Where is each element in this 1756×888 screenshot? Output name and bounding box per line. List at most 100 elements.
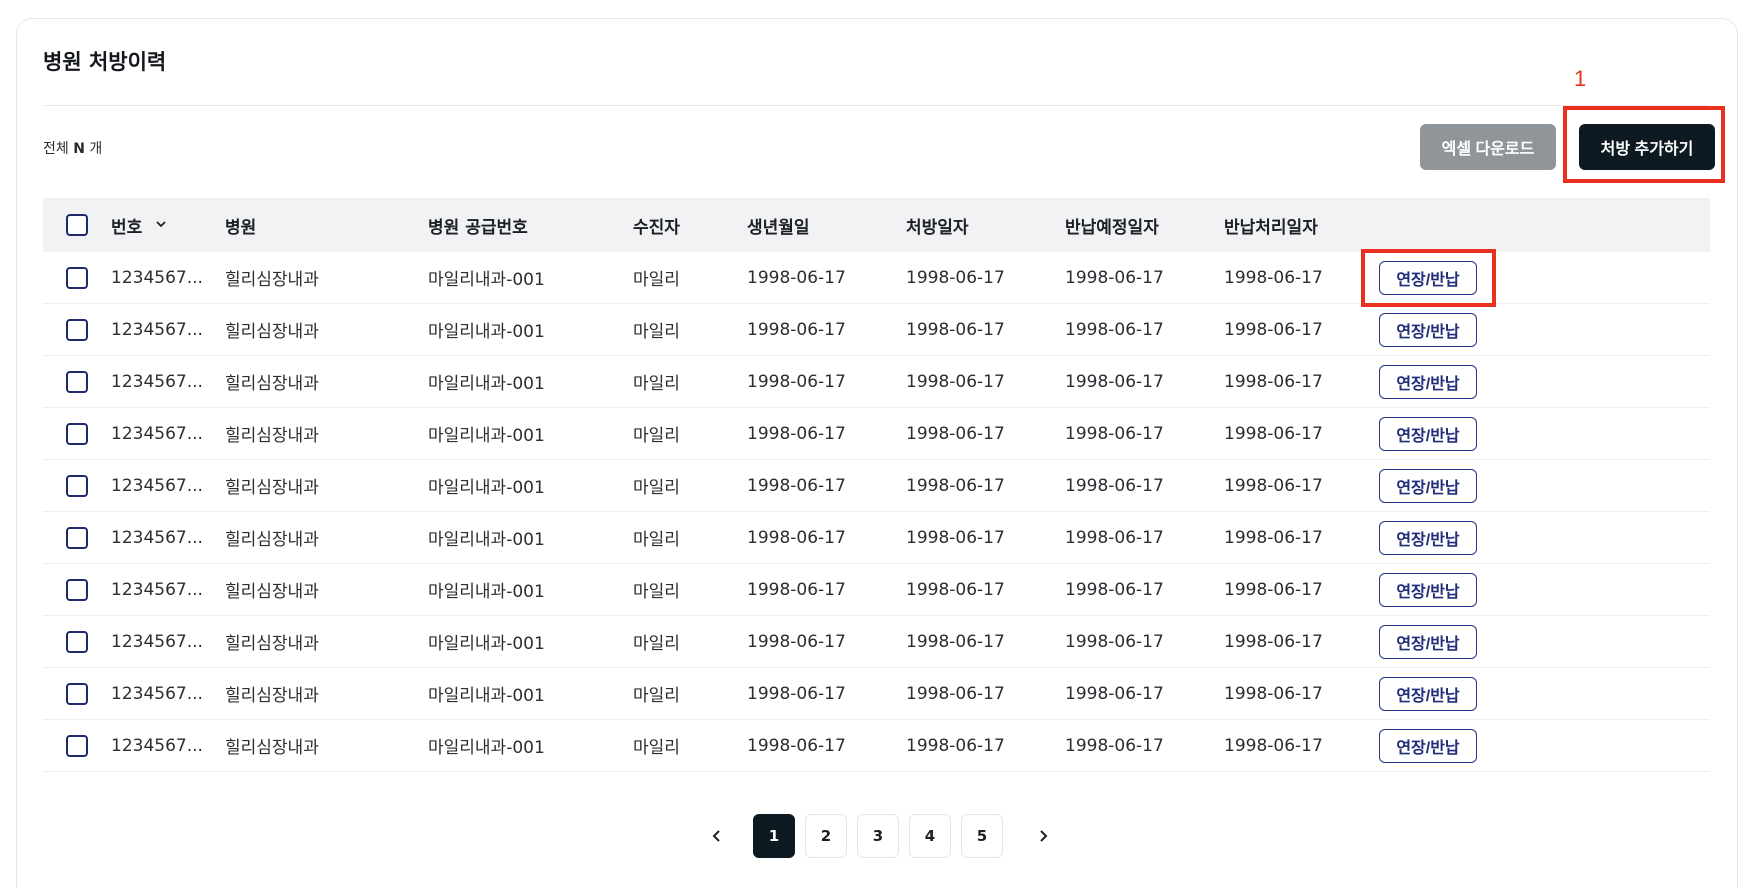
table-header: 번호 병원 병원 공급번호 수진자 생년월일 처방일자 반납예정일자 반납처리일…: [43, 198, 1710, 252]
extend-return-button[interactable]: 연장/반납: [1379, 624, 1477, 659]
cell-return-processed-date: 1998-06-17: [1224, 475, 1323, 496]
cell-return-due-date: 1998-06-17: [1065, 527, 1164, 548]
cell-supply-number: 마일리내과-001: [428, 582, 545, 602]
table-row: 1234567... 힐리심장내과 마일리내과-001 마일리 1998-06-17 19…: [43, 616, 1710, 668]
cell-birthdate: 1998-06-17: [747, 319, 846, 340]
cell-patient: 마일리: [633, 634, 680, 654]
cell-prescription-date: 1998-06-17: [906, 527, 1005, 548]
extend-return-button[interactable]: 연장/반납: [1379, 572, 1477, 607]
table-row: 1234567... 힐리심장내과 마일리내과-001 마일리 1998-06-17 19…: [43, 668, 1710, 720]
cell-birthdate: 1998-06-17: [747, 423, 846, 444]
cell-number: 1234567...: [111, 475, 203, 496]
cell-birthdate: 1998-06-17: [747, 579, 846, 600]
cell-prescription-date: 1998-06-17: [906, 735, 1005, 756]
cell-birthdate: 1998-06-17: [747, 735, 846, 756]
header-patient: 수진자: [633, 217, 680, 238]
select-all-checkbox[interactable]: [66, 214, 88, 236]
table-row: 1234567... 힐리심장내과 마일리내과-001 마일리 1998-06-17 19…: [43, 304, 1710, 356]
cell-number: 1234567...: [111, 735, 203, 756]
cell-return-processed-date: 1998-06-17: [1224, 527, 1323, 548]
cell-hospital: 힐리심장내과: [225, 426, 319, 446]
cell-patient: 마일리: [633, 270, 680, 290]
row-checkbox[interactable]: [66, 266, 88, 289]
extend-return-button[interactable]: 연장/반납: [1379, 676, 1477, 711]
total-count: 전체 N 개: [43, 138, 102, 158]
cell-supply-number: 마일리내과-001: [428, 374, 545, 394]
chevron-left-icon[interactable]: [702, 814, 732, 858]
cell-return-due-date: 1998-06-17: [1065, 319, 1164, 340]
page-5-button[interactable]: 5: [961, 814, 1003, 858]
row-checkbox[interactable]: [66, 630, 88, 653]
cell-patient: 마일리: [633, 738, 680, 758]
excel-download-button[interactable]: 엑셀 다운로드: [1420, 124, 1556, 170]
extend-return-button[interactable]: 연장/반납: [1379, 416, 1477, 451]
cell-patient: 마일리: [633, 322, 680, 342]
cell-number: 1234567...: [111, 579, 203, 600]
page-4-button[interactable]: 4: [909, 814, 951, 858]
cell-hospital: 힐리심장내과: [225, 686, 319, 706]
cell-prescription-date: 1998-06-17: [906, 683, 1005, 704]
cell-supply-number: 마일리내과-001: [428, 426, 545, 446]
header-number[interactable]: 번호: [111, 213, 142, 238]
cell-supply-number: 마일리내과-001: [428, 634, 545, 654]
extend-return-button[interactable]: 연장/반납: [1379, 728, 1477, 763]
row-checkbox[interactable]: [66, 318, 88, 341]
table-row: 1234567... 힐리심장내과 마일리내과-001 마일리 1998-06-17 19…: [43, 720, 1710, 772]
extend-return-button[interactable]: 연장/반납: [1379, 520, 1477, 555]
cell-number: 1234567...: [111, 423, 203, 444]
header-return-processed-date: 반납처리일자: [1224, 217, 1318, 238]
extend-return-button[interactable]: 연장/반납: [1379, 468, 1477, 503]
cell-birthdate: 1998-06-17: [747, 475, 846, 496]
cell-supply-number: 마일리내과-001: [428, 478, 545, 498]
cell-hospital: 힐리심장내과: [225, 582, 319, 602]
cell-return-processed-date: 1998-06-17: [1224, 371, 1323, 392]
table-body: 1234567... 힐리심장내과 마일리내과-001 마일리 1998-06-17 19…: [43, 252, 1710, 772]
cell-return-processed-date: 1998-06-17: [1224, 631, 1323, 652]
total-count-value: N: [73, 141, 85, 157]
extend-return-button[interactable]: 연장/반납: [1379, 364, 1477, 399]
cell-return-due-date: 1998-06-17: [1065, 371, 1164, 392]
cell-prescription-date: 1998-06-17: [906, 579, 1005, 600]
total-prefix: 전체: [43, 141, 69, 157]
row-checkbox[interactable]: [66, 370, 88, 393]
chevron-down-icon[interactable]: [155, 218, 167, 233]
row-checkbox[interactable]: [66, 734, 88, 757]
page-1-button[interactable]: 1: [753, 814, 795, 858]
chevron-right-icon[interactable]: [1028, 814, 1058, 858]
cell-number: 1234567...: [111, 527, 203, 548]
cell-supply-number: 마일리내과-001: [428, 322, 545, 342]
cell-birthdate: 1998-06-17: [747, 683, 846, 704]
cell-prescription-date: 1998-06-17: [906, 631, 1005, 652]
cell-number: 1234567...: [111, 319, 203, 340]
cell-return-due-date: 1998-06-17: [1065, 267, 1164, 288]
cell-return-processed-date: 1998-06-17: [1224, 579, 1323, 600]
cell-prescription-date: 1998-06-17: [906, 371, 1005, 392]
cell-hospital: 힐리심장내과: [225, 634, 319, 654]
title-divider: [43, 105, 1710, 106]
annotation-box-1: [1563, 106, 1725, 183]
row-checkbox[interactable]: [66, 422, 88, 445]
pagination: 1 2 3 4 5: [0, 814, 1756, 858]
row-checkbox[interactable]: [66, 682, 88, 705]
cell-prescription-date: 1998-06-17: [906, 475, 1005, 496]
cell-number: 1234567...: [111, 631, 203, 652]
cell-patient: 마일리: [633, 530, 680, 550]
total-suffix: 개: [89, 141, 103, 157]
table-row: 1234567... 힐리심장내과 마일리내과-001 마일리 1998-06-17 19…: [43, 460, 1710, 512]
cell-patient: 마일리: [633, 374, 680, 394]
cell-hospital: 힐리심장내과: [225, 322, 319, 342]
extend-return-button[interactable]: 연장/반납: [1379, 312, 1477, 347]
cell-return-processed-date: 1998-06-17: [1224, 683, 1323, 704]
cell-patient: 마일리: [633, 686, 680, 706]
cell-supply-number: 마일리내과-001: [428, 686, 545, 706]
page-2-button[interactable]: 2: [805, 814, 847, 858]
row-checkbox[interactable]: [66, 578, 88, 601]
cell-return-processed-date: 1998-06-17: [1224, 267, 1323, 288]
cell-return-due-date: 1998-06-17: [1065, 683, 1164, 704]
cell-prescription-date: 1998-06-17: [906, 423, 1005, 444]
cell-return-processed-date: 1998-06-17: [1224, 735, 1323, 756]
page-3-button[interactable]: 3: [857, 814, 899, 858]
cell-patient: 마일리: [633, 478, 680, 498]
row-checkbox[interactable]: [66, 526, 88, 549]
row-checkbox[interactable]: [66, 474, 88, 497]
